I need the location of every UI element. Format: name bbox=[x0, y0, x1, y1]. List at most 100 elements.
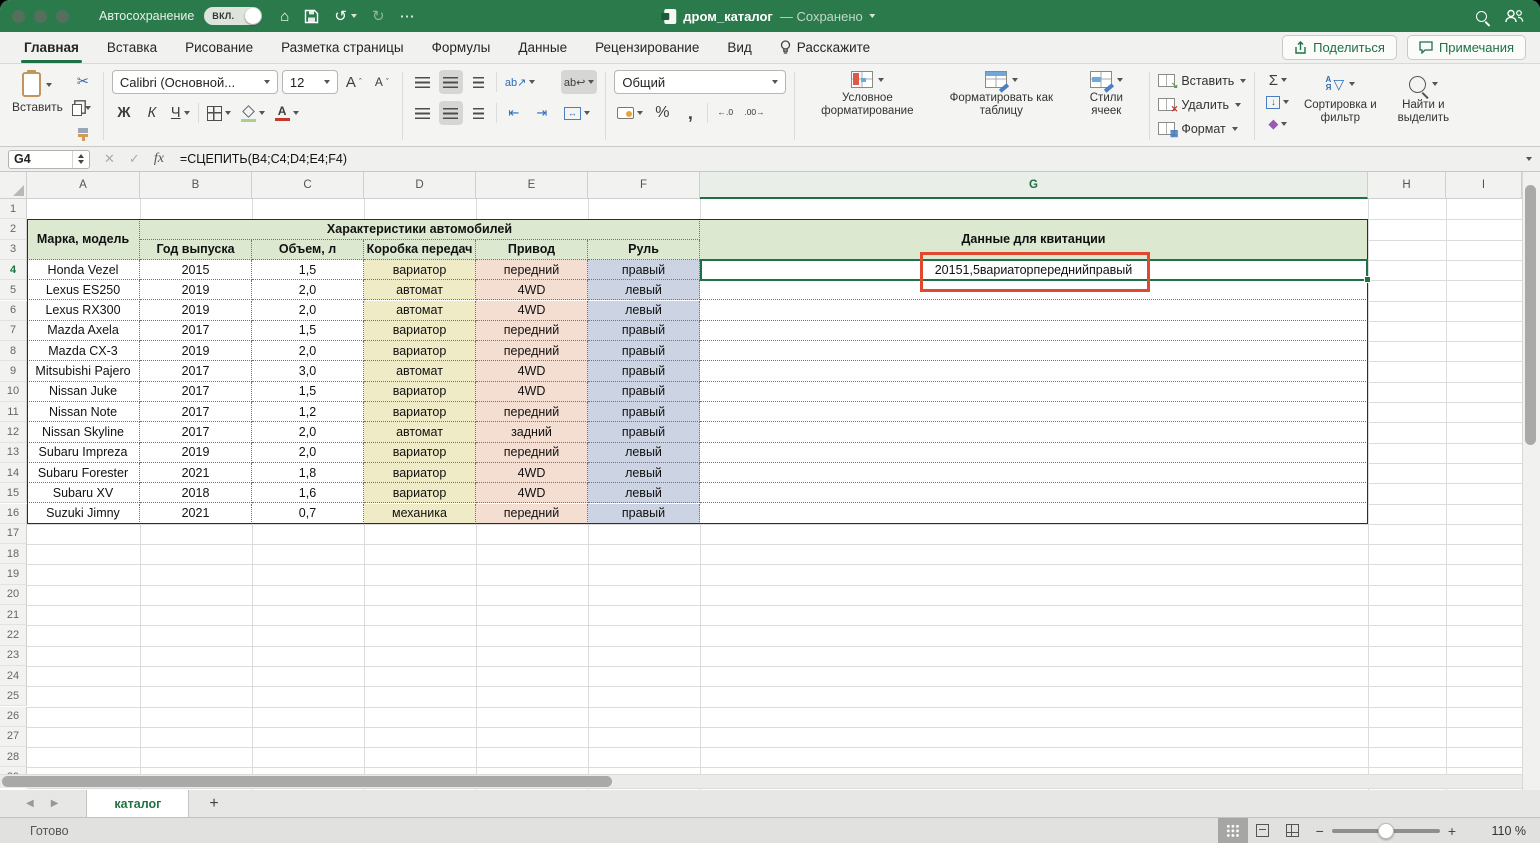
cut-button[interactable]: ✂ bbox=[71, 70, 95, 94]
row-header-17[interactable]: 17 bbox=[0, 523, 27, 545]
cell-drive-r7[interactable]: передний bbox=[476, 320, 588, 342]
cell-volume-r7[interactable]: 1,5 bbox=[252, 320, 364, 342]
percent-style-button[interactable]: % bbox=[650, 101, 674, 125]
font-color-button[interactable]: А bbox=[272, 101, 302, 125]
align-right-button[interactable] bbox=[467, 101, 491, 125]
zoom-in-icon[interactable]: + bbox=[1440, 823, 1464, 839]
row-header-8[interactable]: 8 bbox=[0, 341, 27, 362]
font-name-select[interactable]: Calibri (Основной... bbox=[111, 70, 278, 94]
row-header-26[interactable]: 26 bbox=[0, 706, 27, 727]
row-header-14[interactable]: 14 bbox=[0, 462, 27, 484]
cell-year-r10[interactable]: 2017 bbox=[140, 381, 252, 402]
tab-home[interactable]: Главная bbox=[10, 32, 93, 63]
cell-model-r5[interactable]: Lexus ES250 bbox=[27, 280, 140, 301]
undo-button[interactable]: ↺ bbox=[334, 7, 357, 25]
cell-receipt-r12[interactable] bbox=[700, 422, 1368, 443]
tab-page-layout[interactable]: Разметка страницы bbox=[267, 32, 417, 63]
accounting-format-button[interactable] bbox=[614, 101, 646, 125]
cell-receipt-r10[interactable] bbox=[700, 381, 1368, 402]
redo-icon[interactable]: ↻ bbox=[372, 7, 385, 25]
confirm-entry-icon[interactable]: ✓ bbox=[129, 151, 140, 167]
row-header-9[interactable]: 9 bbox=[0, 361, 27, 382]
tab-view[interactable]: Вид bbox=[713, 32, 765, 63]
cell-model-r7[interactable]: Mazda Axela bbox=[27, 320, 140, 342]
cell-year-r9[interactable]: 2017 bbox=[140, 361, 252, 382]
cell-wheel-r10[interactable]: правый bbox=[588, 381, 700, 402]
column-header-A[interactable]: A bbox=[27, 172, 140, 199]
cell-volume-r6[interactable]: 2,0 bbox=[252, 300, 364, 321]
fill-button[interactable]: ↓ bbox=[1263, 92, 1292, 112]
cell-model-r12[interactable]: Nissan Skyline bbox=[27, 422, 140, 443]
cell-volume-r14[interactable]: 1,8 bbox=[252, 462, 364, 484]
normal-view-button[interactable] bbox=[1217, 818, 1248, 843]
cell-drive-r6[interactable]: 4WD bbox=[476, 300, 588, 321]
row-header-13[interactable]: 13 bbox=[0, 442, 27, 463]
cell-model-r4[interactable]: Honda Vezel bbox=[27, 259, 140, 281]
share-button[interactable]: Поделиться bbox=[1282, 35, 1397, 60]
cell-wheel-r7[interactable]: правый bbox=[588, 320, 700, 342]
cell-receipt-r7[interactable] bbox=[700, 320, 1368, 342]
row-header-23[interactable]: 23 bbox=[0, 645, 27, 666]
cell-model-r8[interactable]: Mazda CX-3 bbox=[27, 341, 140, 362]
increase-decimal-button[interactable]: .00→ bbox=[741, 101, 767, 125]
header-f[interactable]: Руль bbox=[588, 239, 700, 260]
cell-receipt-r5[interactable] bbox=[700, 280, 1368, 301]
row-header-10[interactable]: 10 bbox=[0, 381, 27, 402]
cell-wheel-r9[interactable]: правый bbox=[588, 361, 700, 382]
cell-year-r11[interactable]: 2017 bbox=[140, 402, 252, 423]
fill-color-button[interactable] bbox=[238, 101, 268, 125]
row-header-3[interactable]: 3 bbox=[0, 239, 27, 260]
cell-volume-r16[interactable]: 0,7 bbox=[252, 503, 364, 524]
chevron-down-icon[interactable] bbox=[869, 14, 876, 18]
tab-review[interactable]: Рецензирование bbox=[581, 32, 713, 63]
tab-tell-me[interactable]: Расскажите bbox=[766, 32, 884, 63]
number-format-select[interactable]: Общий bbox=[614, 70, 787, 94]
header-receipt[interactable]: Данные для квитанции bbox=[700, 219, 1368, 260]
cell-drive-r15[interactable]: 4WD bbox=[476, 483, 588, 504]
sort-filter-button[interactable]: АЯ ▽ Сортировка и фильтр bbox=[1300, 70, 1380, 134]
zoom-slider[interactable] bbox=[1331, 822, 1440, 839]
cell-gearbox-r11[interactable]: вариатор bbox=[364, 402, 476, 423]
cell-volume-r15[interactable]: 1,6 bbox=[252, 483, 364, 504]
align-bottom-button[interactable] bbox=[467, 70, 491, 94]
header-model[interactable]: Марка, модель bbox=[27, 219, 140, 260]
cell-model-r15[interactable]: Subaru XV bbox=[27, 483, 140, 504]
cell-receipt-r11[interactable] bbox=[700, 402, 1368, 423]
tab-insert[interactable]: Вставка bbox=[93, 32, 171, 63]
increase-indent-button[interactable]: ⇥ bbox=[530, 101, 554, 125]
column-header-G[interactable]: G bbox=[700, 172, 1368, 199]
home-icon[interactable]: ⌂ bbox=[280, 8, 289, 25]
cell-year-r8[interactable]: 2019 bbox=[140, 341, 252, 362]
comments-button[interactable]: Примечания bbox=[1406, 35, 1526, 60]
row-header-22[interactable]: 22 bbox=[0, 625, 27, 646]
cell-drive-r5[interactable]: 4WD bbox=[476, 280, 588, 301]
cell-year-r4[interactable]: 2015 bbox=[140, 259, 252, 281]
row-header-4[interactable]: 4 bbox=[0, 259, 27, 281]
cell-gearbox-r15[interactable]: вариатор bbox=[364, 483, 476, 504]
tab-draw[interactable]: Рисование bbox=[171, 32, 267, 63]
cell-gearbox-r7[interactable]: вариатор bbox=[364, 320, 476, 342]
zoom-window-button[interactable] bbox=[56, 9, 69, 23]
sheet-tab-catalog[interactable]: каталог bbox=[86, 790, 190, 817]
row-header-15[interactable]: 15 bbox=[0, 483, 27, 504]
cell-year-r5[interactable]: 2019 bbox=[140, 280, 252, 301]
format-cells-button[interactable]: ▦ Формат bbox=[1158, 118, 1246, 139]
cell-g4-active[interactable]: 20151,5вариаторпереднийправый bbox=[700, 259, 1368, 281]
cell-year-r7[interactable]: 2017 bbox=[140, 320, 252, 342]
cell-gearbox-r12[interactable]: автомат bbox=[364, 422, 476, 443]
insert-cells-button[interactable]: ↘ Вставить bbox=[1158, 70, 1247, 91]
cell-drive-r11[interactable]: передний bbox=[476, 402, 588, 423]
cell-wheel-r6[interactable]: левый bbox=[588, 300, 700, 321]
cell-wheel-r14[interactable]: левый bbox=[588, 462, 700, 484]
name-box-stepper[interactable] bbox=[72, 150, 84, 168]
close-window-button[interactable] bbox=[12, 9, 25, 23]
cell-drive-r4[interactable]: передний bbox=[476, 259, 588, 281]
minimize-window-button[interactable] bbox=[34, 9, 47, 23]
cell-volume-r4[interactable]: 1,5 bbox=[252, 259, 364, 281]
cell-drive-r9[interactable]: 4WD bbox=[476, 361, 588, 382]
cell-receipt-r14[interactable] bbox=[700, 462, 1368, 484]
row-header-2[interactable]: 2 bbox=[0, 219, 27, 240]
row-header-24[interactable]: 24 bbox=[0, 665, 27, 687]
add-sheet-icon[interactable]: + bbox=[209, 795, 218, 813]
align-top-button[interactable] bbox=[411, 70, 435, 94]
